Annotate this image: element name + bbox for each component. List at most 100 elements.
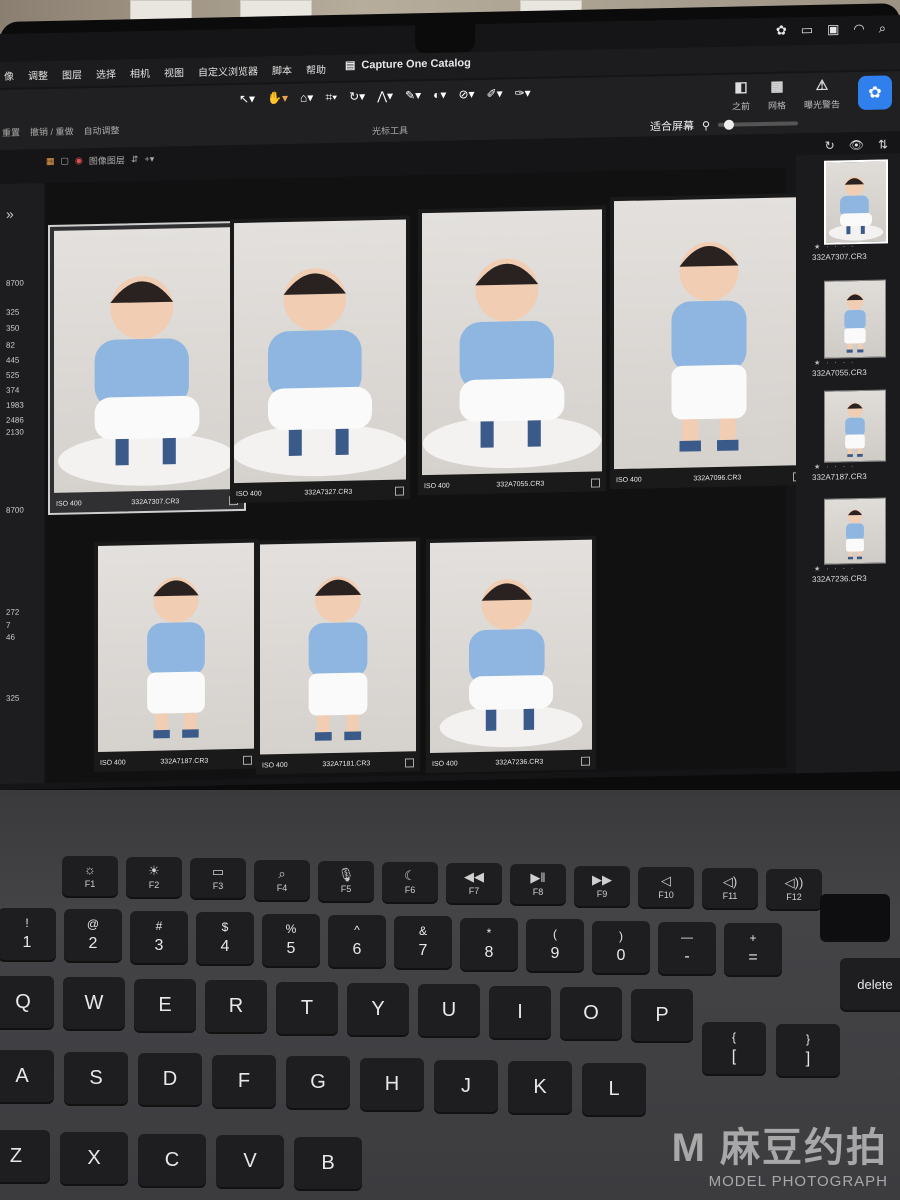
menu-item[interactable]: 相机	[130, 64, 150, 79]
eye-icon[interactable]: 👁	[849, 138, 864, 152]
key-t[interactable]: T	[276, 981, 338, 1034]
key-i[interactable]: I	[489, 985, 551, 1038]
menu-item[interactable]: 调整	[28, 66, 48, 81]
key-v[interactable]: V	[216, 1135, 284, 1188]
menu-item[interactable]: 像	[4, 67, 14, 82]
key-3[interactable]: #3	[130, 910, 188, 963]
grid-view-icon[interactable]: ▦	[46, 156, 55, 167]
zoom-slider[interactable]	[718, 119, 799, 130]
image-layers-label[interactable]: 图像图层	[89, 153, 125, 167]
key-f4[interactable]: ⌕ F4	[254, 859, 310, 900]
key-7[interactable]: & 7	[394, 916, 452, 969]
rating-stars[interactable]: ★ · · · ·	[814, 358, 855, 367]
key-5[interactable]: % 5	[262, 913, 320, 966]
select-checkbox[interactable]	[591, 478, 600, 488]
auto-adjust-label[interactable]: 自动调整	[84, 123, 120, 137]
wifi-icon[interactable]: ◠	[853, 21, 864, 37]
key-bracket[interactable]: }]	[776, 1024, 840, 1076]
key-d[interactable]: D	[138, 1053, 202, 1106]
key-p[interactable]: P	[631, 988, 693, 1041]
rotate-icon[interactable]: ↻	[825, 139, 835, 153]
key-z[interactable]: Z	[0, 1130, 50, 1182]
menu-item[interactable]: 脚本	[272, 61, 292, 76]
select-checkbox[interactable]	[243, 755, 252, 765]
power-button[interactable]	[820, 894, 890, 940]
menu-item[interactable]: 选择	[96, 65, 116, 80]
loupe-tool-icon[interactable]: ⌂▾	[297, 89, 316, 106]
key-9[interactable]: (9	[526, 919, 584, 972]
key--[interactable]: — -	[658, 922, 716, 974]
eraser-tool-icon[interactable]: ◐▾	[430, 87, 449, 104]
key-0[interactable]: ) 0	[592, 920, 650, 973]
photo-cell[interactable]: ISO 400 332A7187.CR3	[94, 538, 258, 773]
key-g[interactable]: G	[286, 1056, 350, 1109]
gradient-tool-icon[interactable]: ⊘▾	[455, 86, 477, 103]
key-2[interactable]: @2	[64, 909, 122, 962]
menu-item[interactable]: 图层	[62, 66, 82, 81]
key-o[interactable]: O	[560, 987, 622, 1040]
key-f1[interactable]: ☼ F1	[62, 856, 118, 896]
key-4[interactable]: $4	[196, 912, 254, 965]
photo-thumbnail[interactable]	[422, 209, 602, 476]
pan-tool-icon[interactable]: ✋▾	[264, 90, 291, 108]
key-=[interactable]: + =	[724, 923, 782, 976]
photo-thumbnail[interactable]	[98, 542, 254, 752]
key-w[interactable]: W	[63, 977, 125, 1030]
reset-label[interactable]: 重置	[2, 126, 20, 139]
key-b[interactable]: B	[294, 1137, 362, 1190]
key-s[interactable]: S	[64, 1051, 128, 1104]
key-f8[interactable]: ▶‖ F8	[510, 864, 566, 905]
add-icon[interactable]: +▾	[144, 154, 154, 165]
photo-cell[interactable]: ISO 400 332A7236.CR3	[426, 535, 596, 774]
key-8[interactable]: * 8	[460, 917, 518, 970]
sort-icon[interactable]: ⇵	[131, 154, 139, 165]
keystone-tool-icon[interactable]: ⋀▾	[374, 88, 396, 105]
photo-cell[interactable]: ISO 400 332A7055.CR3	[418, 205, 606, 496]
key-f11[interactable]: ◁) F11	[702, 868, 758, 908]
creative-cloud-icon[interactable]: ✿	[776, 23, 787, 39]
photo-cell[interactable]: ISO 400 332A7307.CR3	[48, 220, 246, 515]
battery-icon[interactable]: ▭	[801, 22, 813, 38]
key-u[interactable]: U	[418, 984, 480, 1037]
photo-thumbnail[interactable]	[614, 197, 804, 470]
key-q[interactable]: Q	[0, 976, 54, 1028]
photo-thumbnail[interactable]	[430, 539, 592, 753]
key-f5[interactable]: 🎙 F5	[318, 860, 374, 901]
filmstrip-thumb[interactable]	[824, 279, 886, 359]
select-checkbox[interactable]	[395, 486, 404, 496]
exposure-warning-button[interactable]: ⚠ 曝光警告	[804, 76, 840, 111]
key-6[interactable]: ^ 6	[328, 915, 386, 967]
brush-tool-icon[interactable]: ✎▾	[402, 87, 424, 104]
menu-item[interactable]: 视图	[164, 64, 184, 79]
photo-thumbnail[interactable]	[260, 541, 416, 755]
rating-stars[interactable]: ★ · · · ·	[814, 564, 855, 573]
grid-button[interactable]: ▦ 网格	[768, 78, 786, 112]
key-a[interactable]: A	[0, 1050, 54, 1102]
collapse-icon[interactable]: »	[6, 206, 14, 222]
menu-item[interactable]: 帮助	[306, 61, 326, 76]
zoom-icon[interactable]: ⚲	[702, 119, 710, 132]
key-k[interactable]: K	[508, 1061, 572, 1114]
filmstrip-thumb[interactable]	[824, 159, 888, 245]
key-x[interactable]: X	[60, 1131, 128, 1184]
key-c[interactable]: C	[138, 1133, 206, 1186]
key-y[interactable]: Y	[347, 983, 409, 1035]
rating-stars[interactable]: ★ · · · ·	[814, 462, 855, 471]
photo-cell[interactable]: ISO 400 332A7181.CR3	[256, 537, 420, 775]
filter-icon[interactable]: ⇅	[878, 137, 888, 151]
key-f3[interactable]: ▭ F3	[190, 858, 246, 899]
single-view-icon[interactable]: ▢	[61, 156, 70, 167]
spotlight-search-icon[interactable]: ⌕	[879, 20, 886, 36]
key-f12[interactable]: ◁)) F12	[766, 869, 822, 910]
select-checkbox[interactable]	[581, 756, 590, 766]
compare-view-icon[interactable]: ◉	[75, 155, 83, 166]
before-button[interactable]: ◧ 之前	[732, 78, 750, 112]
crop-tool-icon[interactable]: ⌗▾	[322, 89, 340, 106]
filmstrip-thumb[interactable]	[824, 497, 886, 565]
photo-thumbnail[interactable]	[234, 219, 406, 484]
zoom-slider-handle[interactable]	[724, 119, 735, 130]
key-1[interactable]: ! 1	[0, 908, 56, 960]
control-icon[interactable]: ▣	[827, 21, 839, 37]
heal-tool-icon[interactable]: ✐▾	[484, 85, 506, 102]
rotate-tool-icon[interactable]: ↻▾	[346, 88, 368, 105]
